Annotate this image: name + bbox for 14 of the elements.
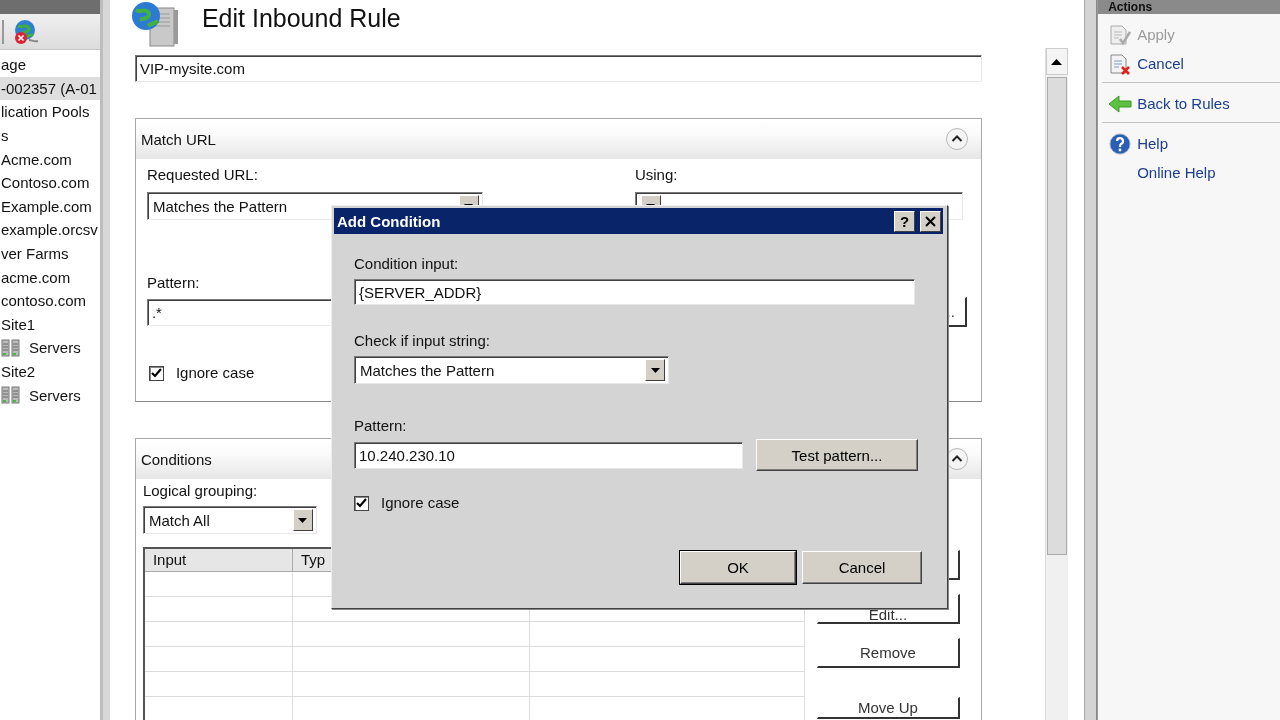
field-label: Pattern: (354, 416, 407, 436)
page-title: Edit Inbound Rule (201, 4, 401, 34)
field-label: Requested URL: (146, 165, 258, 185)
checkbox-label: Ignore case (175, 363, 255, 383)
field-label: Condition input: (354, 254, 459, 274)
field-label: Pattern: (146, 273, 200, 293)
field-label: Using: (634, 165, 678, 185)
checkbox-label: Ignore case (381, 493, 460, 513)
field-label: Check if input string: (354, 331, 490, 351)
group-heading: Conditions (140, 450, 212, 468)
group-heading: Match URL (140, 130, 216, 148)
field-label: Logical grouping: (142, 481, 258, 501)
action-link: Apply (1102, 20, 1280, 49)
panel-heading: Actions (1098, 0, 1280, 14)
